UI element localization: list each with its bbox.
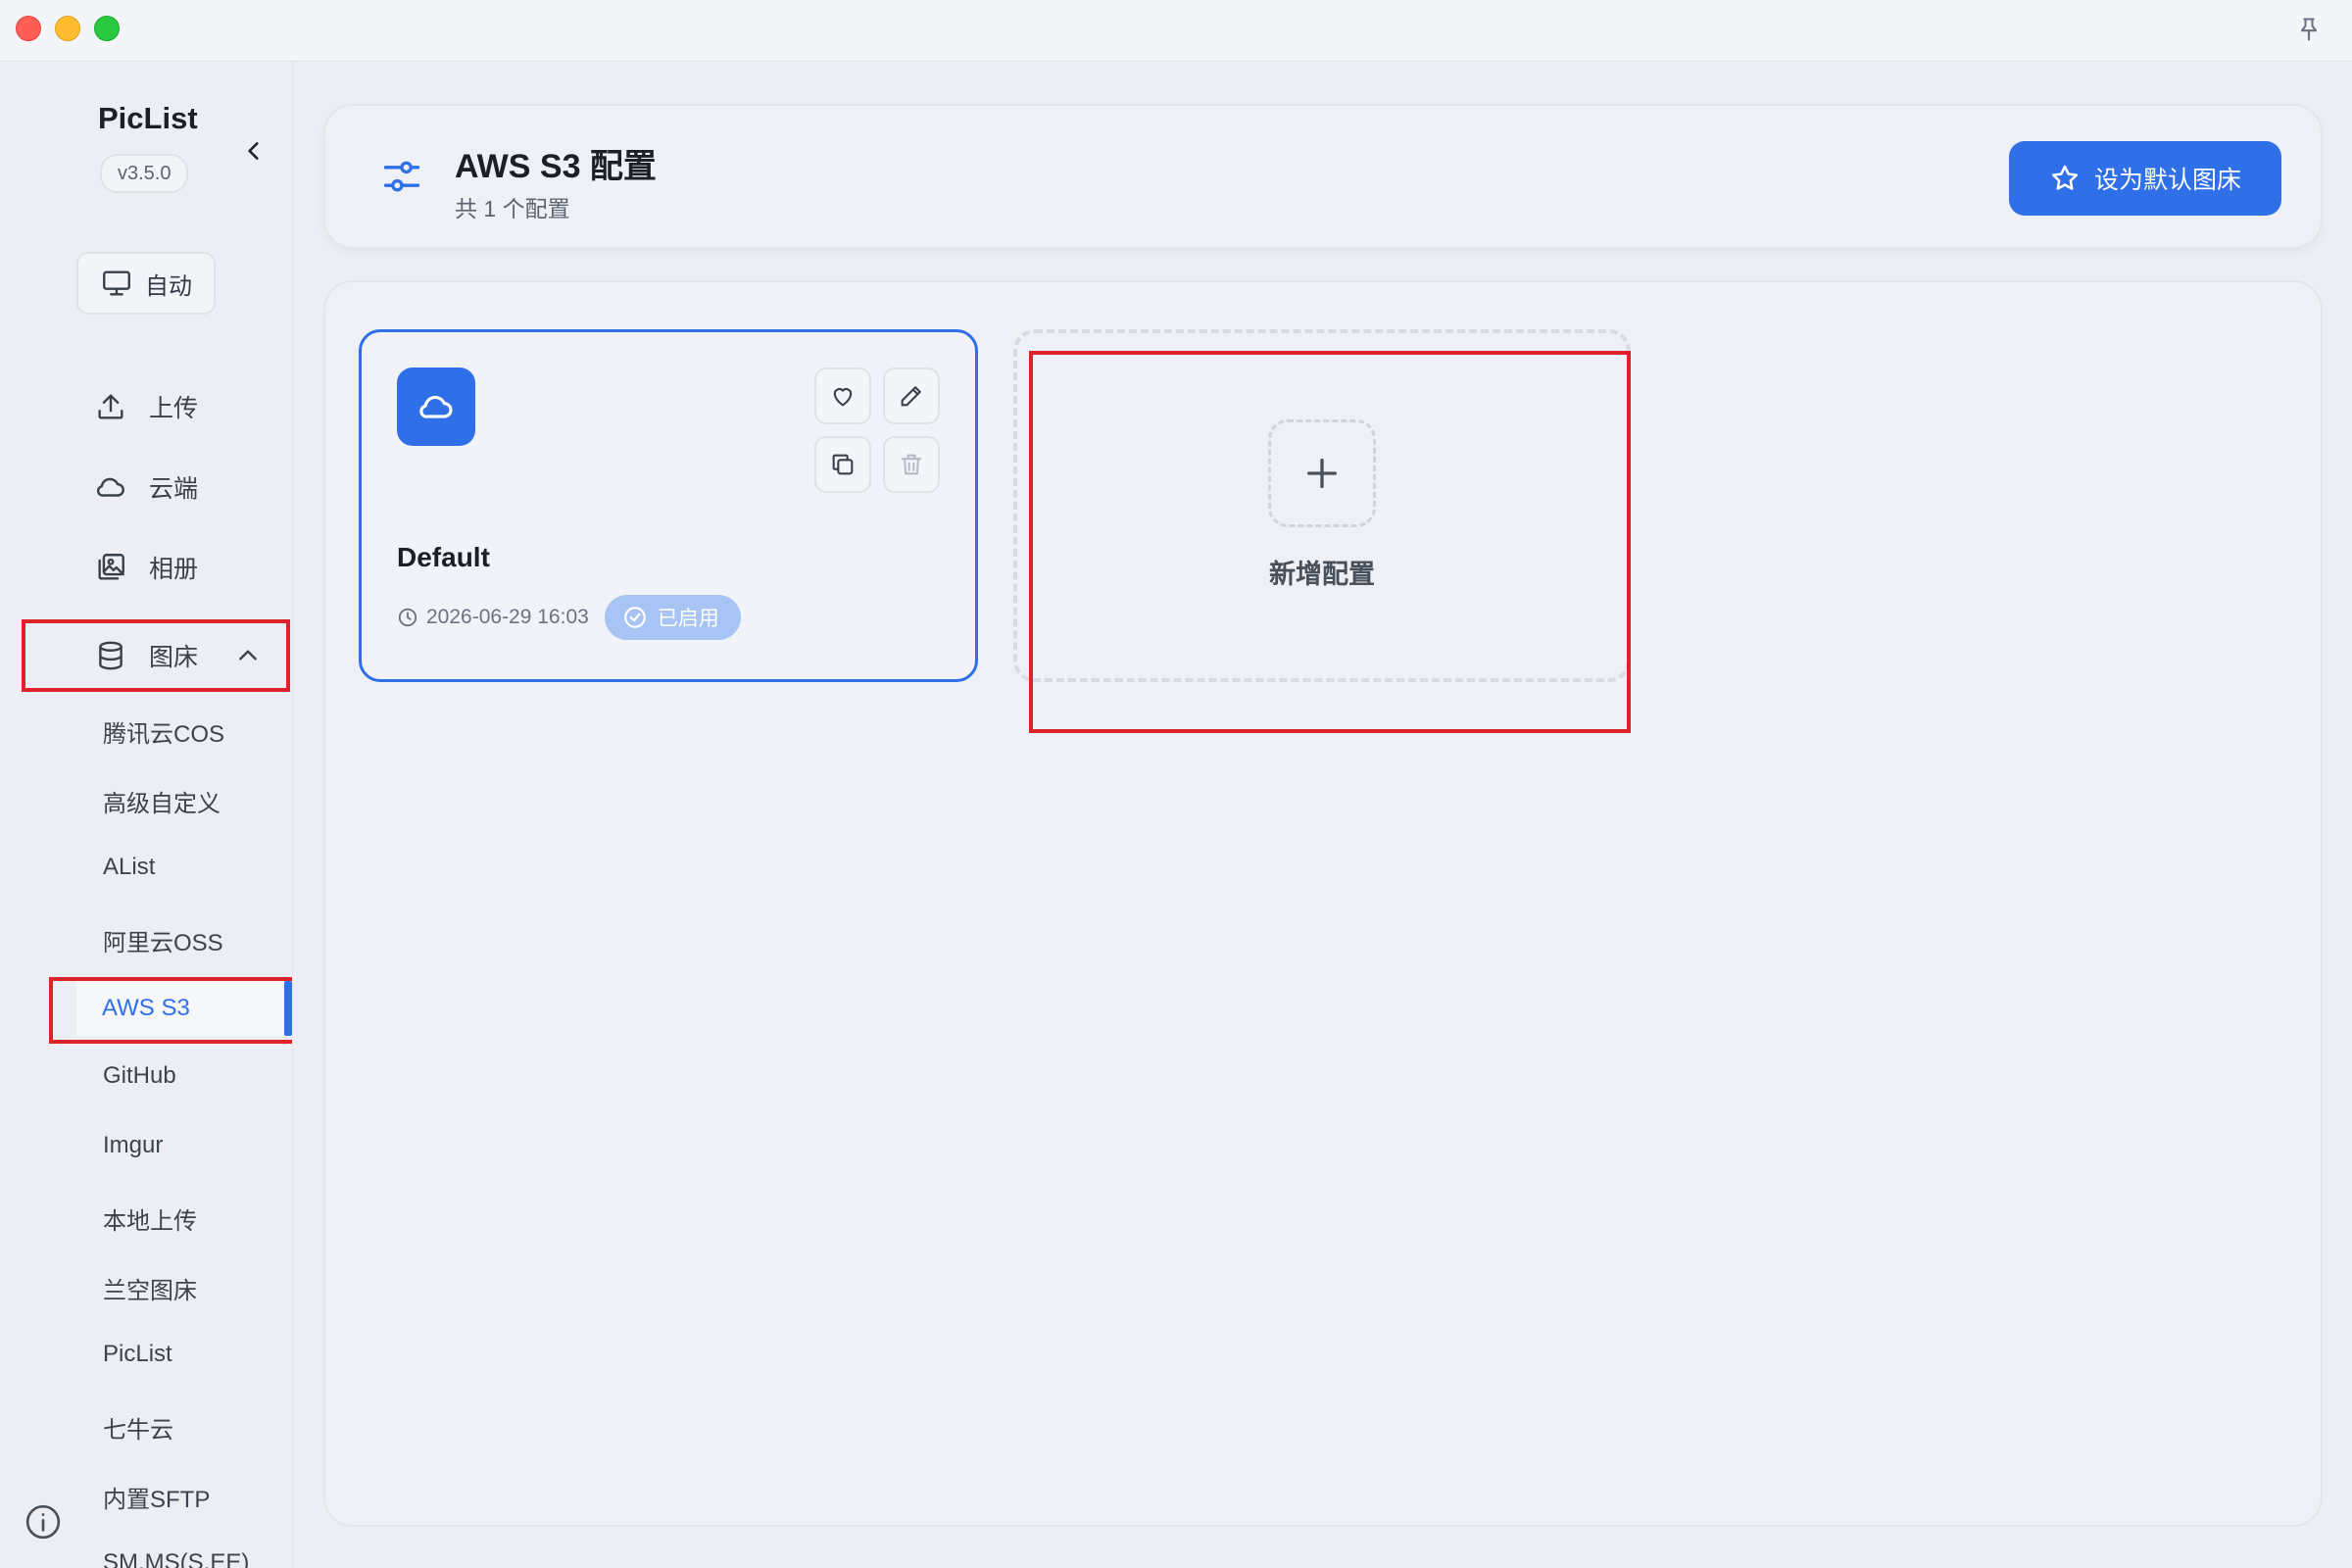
image-bed-item-active-highlight: AWS S3 [49,977,292,1044]
image-bed-item-aws-s3[interactable]: AWS S3 [76,981,292,1036]
image-bed-item[interactable]: 腾讯云COS [103,714,224,749]
add-config-button[interactable] [1268,419,1376,527]
check-circle-icon [623,607,646,628]
copy-icon [832,454,854,475]
add-config-label[interactable]: 新增配置 [1225,553,1419,591]
image-bed-item[interactable]: 内置SFTP [103,1480,210,1514]
nav-upload[interactable]: 上传 [94,387,198,426]
collapse-sidebar-icon[interactable] [241,138,267,164]
cloud-icon [419,395,453,418]
image-bed-item[interactable]: 七牛云 [103,1410,173,1445]
gallery-icon [98,554,124,580]
cloud-icon [96,477,124,497]
trash-icon [901,454,922,475]
edit-button[interactable] [883,368,940,424]
nav-upload-label: 上传 [149,395,199,422]
image-bed-item[interactable]: 兰空图床 [103,1271,197,1305]
upload-icon [98,394,123,419]
star-icon [2051,165,2078,190]
nav-cloud-label: 云端 [149,475,199,503]
app-name: PicList [98,101,198,135]
monitor-icon [103,270,130,296]
status-badge: 已启用 [604,595,741,640]
image-bed-item[interactable]: GitHub [103,1062,176,1090]
config-meta: 2026-06-29 16:03 已启用 [397,595,741,640]
config-type-badge [397,368,475,446]
nav-gallery-label: 相册 [149,556,199,583]
config-header: AWS S3 配置 共 1 个配置 设为默认图床 [323,104,2323,249]
active-indicator [284,981,292,1036]
nav-image-bed-label: 图床 [149,644,199,671]
database-icon [99,641,122,670]
pin-icon[interactable] [2295,16,2323,43]
add-config-highlight [1029,351,1631,733]
sidebar: PicList v3.5.0 自动 上传 云端 相册 图床 腾讯云COS 高级自… [0,62,293,1568]
heart-icon [833,388,853,407]
close-window-button[interactable] [16,16,41,41]
set-default-button[interactable]: 设为默认图床 [2009,141,2281,216]
page-title: AWS S3 配置 [455,148,657,185]
config-timestamp: 2026-06-29 16:03 [426,606,589,628]
status-label: 已启用 [657,608,719,630]
delete-button[interactable] [883,436,940,493]
clock-icon [398,608,417,627]
set-default-label: 设为默认图床 [2093,167,2241,194]
image-bed-item[interactable]: 阿里云OSS [103,923,223,957]
image-bed-item[interactable]: PicList [103,1341,172,1368]
nav-image-bed[interactable]: 图床 [22,619,290,692]
window-titlebar [0,0,2352,62]
info-icon[interactable] [24,1502,63,1542]
maximize-window-button[interactable] [94,16,120,41]
pencil-icon [901,386,921,407]
nav-cloud[interactable]: 云端 [94,467,198,507]
image-bed-item[interactable]: 高级自定义 [103,784,220,818]
image-bed-item[interactable]: Imgur [103,1132,163,1159]
nav-gallery[interactable]: 相册 [94,548,198,587]
sliders-icon [383,161,420,192]
image-bed-item[interactable]: SM.MS(S.EE) [103,1549,249,1568]
display-mode-button[interactable]: 自动 [76,252,216,315]
config-card[interactable]: Default 2026-06-29 16:03 已启用 [359,329,978,682]
config-name: Default [397,542,490,572]
display-mode-label: 自动 [145,272,192,300]
image-bed-item[interactable]: 本地上传 [103,1201,197,1236]
duplicate-button[interactable] [814,436,871,493]
version-badge: v3.5.0 [100,154,189,193]
image-bed-item[interactable]: AList [103,854,155,881]
minimize-window-button[interactable] [55,16,80,41]
chevron-up-icon[interactable] [235,643,261,668]
plus-icon [1307,459,1337,488]
config-count: 共 1 个配置 [455,196,570,221]
favorite-button[interactable] [814,368,871,424]
